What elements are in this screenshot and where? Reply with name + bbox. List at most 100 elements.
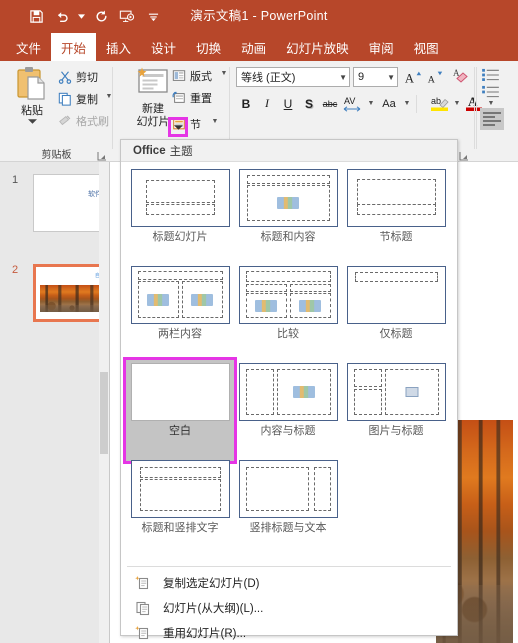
section-dropdown-icon[interactable]: ▼ xyxy=(210,118,220,125)
underline-button[interactable]: U xyxy=(278,93,298,114)
format-painter-icon xyxy=(59,115,71,125)
clipboard-dialog-launcher[interactable] xyxy=(97,148,109,161)
placeholder-title xyxy=(137,271,223,280)
tab-animations[interactable]: 动画 xyxy=(231,33,276,61)
numbering-button[interactable] xyxy=(482,85,499,103)
layout-option-vertical-title-and-text[interactable]: 竖排标题与文本 xyxy=(234,457,342,536)
content-icon xyxy=(277,197,299,209)
undo-dropdown-icon[interactable] xyxy=(76,4,87,28)
character-spacing-button[interactable]: AV xyxy=(341,93,365,114)
undo-icon[interactable] xyxy=(50,4,74,28)
paste-button[interactable]: 粘贴 xyxy=(8,65,56,137)
paste-dropdown-icon xyxy=(27,119,37,124)
tab-design[interactable]: 设计 xyxy=(141,33,186,61)
tab-review[interactable]: 审阅 xyxy=(359,33,404,61)
menu-item-duplicate-selected-slides[interactable]: 复制选定幻灯片(D) xyxy=(121,570,457,595)
reset-button[interactable]: 重置 xyxy=(172,88,212,107)
slide-thumbnail-panel[interactable]: 1 软件 2 自 xyxy=(0,162,110,643)
change-case-dropdown-icon[interactable]: ▼ xyxy=(402,100,412,107)
save-icon[interactable] xyxy=(24,4,48,28)
numbered-list-icon xyxy=(482,85,499,98)
slide-panel-scrollbar[interactable] xyxy=(99,162,109,643)
text-highlight-dropdown-icon[interactable]: ▼ xyxy=(452,100,462,107)
reuse-slides-icon xyxy=(135,625,151,641)
bullets-button[interactable] xyxy=(482,68,499,86)
placeholder-title xyxy=(139,467,221,478)
customize-qat-icon[interactable] xyxy=(141,4,165,28)
tab-slideshow[interactable]: 幻灯片放映 xyxy=(276,33,359,61)
content-icon xyxy=(292,386,315,398)
text-shadow-button[interactable]: S xyxy=(299,93,319,114)
slide-number-2: 2 xyxy=(12,264,19,276)
layout-dropdown-icon[interactable]: ▼ xyxy=(219,70,229,77)
layout-option-picture-with-caption[interactable]: 图片与标题 xyxy=(342,360,450,439)
grow-font-icon: A xyxy=(405,71,422,85)
layout-option-title-slide[interactable]: 标题幻灯片 xyxy=(126,166,234,245)
tab-home[interactable]: 开始 xyxy=(51,33,97,61)
layout-thumb xyxy=(238,169,338,227)
layout-option-comparison[interactable]: 比较 xyxy=(234,263,342,342)
bold-button[interactable]: B xyxy=(236,93,256,114)
text-highlight-button[interactable]: ab xyxy=(429,93,451,114)
copy-icon xyxy=(58,92,71,106)
new-slide-dropdown-highlight[interactable] xyxy=(168,117,188,137)
placeholder-content xyxy=(246,185,330,221)
menu-item-reuse-slides[interactable]: 重用幻灯片(R)... xyxy=(121,620,457,643)
layout-button[interactable]: 版式 xyxy=(172,66,212,85)
tab-insert[interactable]: 插入 xyxy=(96,33,141,61)
slide-thumbnail-1[interactable]: 软件 xyxy=(33,174,109,232)
slide-item-1[interactable]: 软件 xyxy=(33,174,109,232)
layout-caption: 标题和竖排文字 xyxy=(141,522,219,534)
strikethrough-button[interactable]: abc xyxy=(320,93,340,114)
font-dialog-launcher[interactable] xyxy=(459,148,471,161)
font-size-input[interactable]: 9 ▼ xyxy=(353,67,398,87)
copy-button[interactable]: 复制 xyxy=(58,89,98,108)
menu-item-slides-from-outline[interactable]: 幻灯片(从大纲)(L)... xyxy=(121,595,457,620)
layout-caption: 标题幻灯片 xyxy=(152,231,208,243)
start-slideshow-icon[interactable] xyxy=(115,4,139,28)
section-label: 节 xyxy=(190,118,201,131)
placeholder-title xyxy=(356,179,436,205)
slide-number-1: 1 xyxy=(12,174,19,186)
placeholder-text xyxy=(356,204,436,215)
menu-header: Office 主题 xyxy=(121,140,457,162)
svg-text:A: A xyxy=(405,71,414,85)
layout-thumb xyxy=(346,266,446,324)
scrollbar-thumb[interactable] xyxy=(100,372,108,454)
decrease-font-size-button[interactable]: A xyxy=(425,66,445,87)
cut-button[interactable]: 剪切 xyxy=(58,67,98,86)
layout-option-two-content[interactable]: 两栏内容 xyxy=(126,263,234,342)
cut-label: 剪切 xyxy=(76,71,98,84)
tab-transitions[interactable]: 切换 xyxy=(186,33,231,61)
layout-caption: 比较 xyxy=(277,328,299,340)
format-painter-button[interactable]: 格式刷 xyxy=(58,111,109,130)
layout-option-title-only[interactable]: 仅标题 xyxy=(342,263,450,342)
content-icon xyxy=(255,299,277,312)
italic-button[interactable]: I xyxy=(257,93,277,114)
format-separator xyxy=(416,94,425,113)
align-left-button[interactable] xyxy=(480,108,504,130)
increase-font-size-button[interactable]: A xyxy=(403,66,423,87)
paste-icon xyxy=(17,67,45,100)
layout-option-section-header[interactable]: 节标题 xyxy=(342,166,450,245)
character-spacing-dropdown-icon[interactable]: ▼ xyxy=(366,100,376,107)
font-name-dropdown-icon[interactable]: ▼ xyxy=(339,73,347,82)
change-case-button[interactable]: Aa xyxy=(377,93,401,114)
placeholder-text xyxy=(245,467,309,511)
tab-file[interactable]: 文件 xyxy=(6,33,51,61)
placeholder-caption-text xyxy=(353,389,382,415)
slide-thumbnail-2[interactable]: 自 xyxy=(33,264,109,322)
layout-option-blank[interactable]: 空白 xyxy=(123,357,237,464)
font-size-dropdown-icon[interactable]: ▼ xyxy=(387,73,395,82)
align-left-icon xyxy=(483,112,501,126)
redo-icon[interactable] xyxy=(89,4,113,28)
layout-option-title-and-vertical-text[interactable]: 标题和竖排文字 xyxy=(126,457,234,536)
layout-option-content-with-caption[interactable]: 内容与标题 xyxy=(234,360,342,439)
new-slide-label-1: 新建 xyxy=(142,103,164,115)
font-name-input[interactable]: 等线 (正文) ▼ xyxy=(236,67,350,87)
slide-item-2[interactable]: 自 xyxy=(33,264,109,322)
tab-view[interactable]: 视图 xyxy=(404,33,449,61)
content-icon xyxy=(147,293,169,306)
clear-formatting-button[interactable]: A xyxy=(451,65,471,86)
layout-option-title-and-content[interactable]: 标题和内容 xyxy=(234,166,342,245)
